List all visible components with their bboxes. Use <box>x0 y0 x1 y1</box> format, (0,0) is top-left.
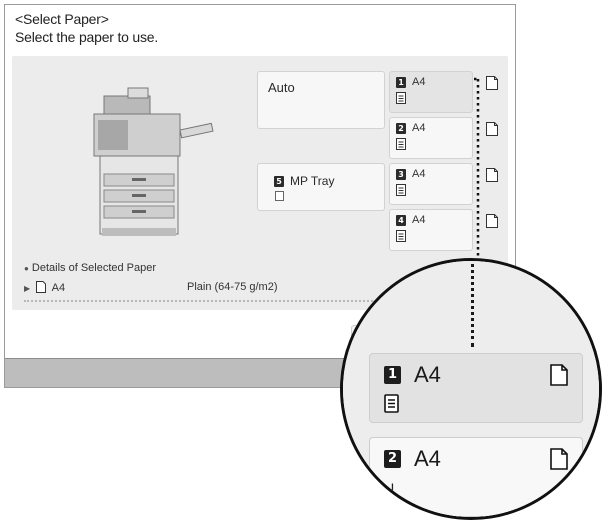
paper-orientation-icon <box>550 448 568 470</box>
paper-stack-icon <box>396 138 406 150</box>
drawer-4-badge: 4 <box>396 215 406 226</box>
paper-orientation-icon <box>550 364 568 386</box>
bullet-arrow-icon: ▶ <box>24 284 31 293</box>
paper-stack-icon <box>384 394 399 413</box>
paper-stack-icon <box>396 92 406 104</box>
drawer-3-button[interactable]: 3 A4 <box>389 163 498 205</box>
magnified-callout: 1 A4 2 A4 -| <box>340 258 602 520</box>
mp-tray-button[interactable]: 5 MP Tray <box>257 163 385 211</box>
magnified-drawer-1-badge: 1 <box>384 366 401 384</box>
callout-dotted-line <box>474 77 480 261</box>
magnified-dotted-line <box>471 261 474 347</box>
details-paper-type: Plain (64-75 g/m2) <box>187 281 278 293</box>
auto-label: Auto <box>268 80 295 95</box>
drawer-3-badge: 3 <box>396 169 406 180</box>
drawer-2-badge: 2 <box>396 123 406 134</box>
details-title: Details of Selected Paper <box>31 262 157 274</box>
paper-sheet-icon <box>275 191 284 201</box>
auto-source-button[interactable]: Auto <box>257 71 385 129</box>
bullet-arrow-icon: ● <box>24 264 29 273</box>
paper-sheet-icon <box>36 281 47 293</box>
details-heading: ● Details of Selected Paper <box>24 262 156 274</box>
paper-stack-icon: -| <box>385 482 395 499</box>
drawer-1-size: A4 <box>412 76 426 88</box>
paper-stack-icon <box>396 230 406 242</box>
mp-tray-badge: 5 <box>274 176 284 187</box>
drawer-4-size: A4 <box>412 214 426 226</box>
drawer-1-badge: 1 <box>396 77 406 88</box>
drawer-1-button[interactable]: 1 A4 <box>389 71 498 113</box>
drawer-3-size: A4 <box>412 168 426 180</box>
magnified-drawer-1[interactable]: 1 A4 <box>369 353 583 423</box>
printer-illustration <box>93 87 214 236</box>
drawer-4-button[interactable]: 4 A4 <box>389 209 498 251</box>
drawer-2-button[interactable]: 2 A4 <box>389 117 498 159</box>
magnified-drawer-1-size: A4 <box>414 362 441 387</box>
screen-title: <Select Paper> <box>15 11 109 27</box>
drawer-2-size: A4 <box>412 122 426 134</box>
magnified-drawer-2[interactable]: 2 A4 -| <box>369 437 583 517</box>
details-size-row: ▶ A4 <box>24 281 65 294</box>
mp-tray-label: MP Tray <box>290 174 335 188</box>
screen-instruction: Select the paper to use. <box>15 29 159 45</box>
magnified-drawer-2-size: A4 <box>414 446 441 471</box>
magnified-drawer-2-badge: 2 <box>384 450 401 468</box>
paper-stack-icon <box>396 184 406 196</box>
details-size: A4 <box>51 282 66 294</box>
